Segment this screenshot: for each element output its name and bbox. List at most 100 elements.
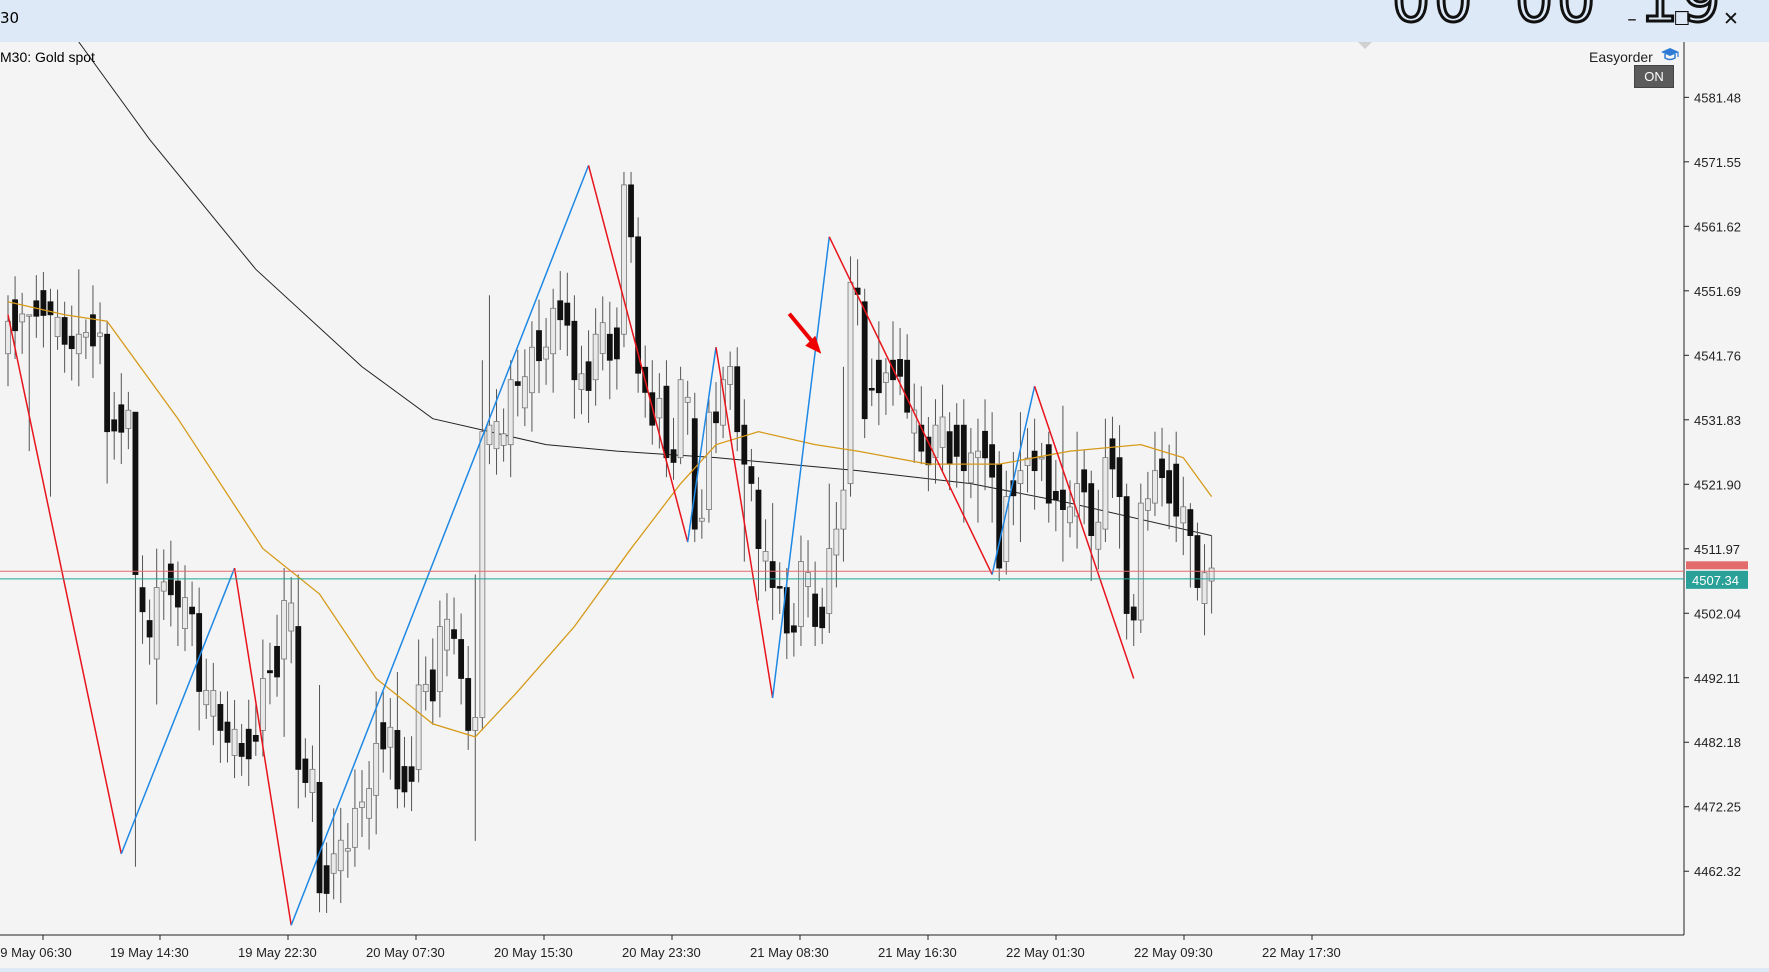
bull-candle <box>677 379 684 459</box>
x-tick-label: 20 May 07:30 <box>366 945 445 960</box>
bear-candle <box>663 385 670 459</box>
maximize-button[interactable]: ☐ <box>1667 9 1697 31</box>
bottom-strip <box>0 968 1769 972</box>
bull-candle <box>19 313 26 323</box>
bid-price-badge <box>1686 561 1748 570</box>
bear-candle <box>606 333 613 361</box>
bear-candle <box>274 645 280 678</box>
bull-candle <box>1144 498 1151 511</box>
bull-candle <box>826 548 833 614</box>
bear-candle <box>1109 438 1116 470</box>
bear-candle <box>61 317 68 345</box>
bull-candle <box>75 333 82 355</box>
bull-candle <box>621 184 627 335</box>
bull-candle <box>436 626 443 692</box>
bear-candle <box>755 489 762 549</box>
bear-candle <box>167 563 174 596</box>
close-button[interactable]: ✕ <box>1716 9 1746 31</box>
bull-candle <box>1017 470 1024 485</box>
bear-candle <box>1045 444 1052 504</box>
bear-candle <box>571 320 578 381</box>
bear-candle <box>953 424 960 457</box>
bear-candle <box>465 678 472 731</box>
symbol-timeframe-label: M30: Gold spot <box>0 49 95 65</box>
bear-candle <box>946 431 953 465</box>
bull-candle <box>1180 506 1187 524</box>
window-title: 30 <box>0 9 20 27</box>
x-tick-label: 20 May 15:30 <box>494 945 573 960</box>
bear-candle <box>904 359 911 413</box>
bear-candle <box>316 781 323 894</box>
bear-candle <box>68 335 75 350</box>
minimize-button[interactable]: – <box>1617 9 1647 31</box>
y-tick-label: 4462.32 <box>1694 864 1741 879</box>
bear-candle <box>670 449 677 463</box>
bear-candle <box>408 766 415 782</box>
bull-candle <box>698 517 705 522</box>
bull-candle <box>281 600 288 660</box>
bear-candle <box>1088 483 1095 536</box>
bear-candle <box>819 606 826 629</box>
bull-candle <box>521 376 528 409</box>
bull-candle <box>344 848 351 852</box>
bear-candle <box>557 300 564 321</box>
bull-candle <box>1095 521 1102 550</box>
bear-candle <box>175 580 181 608</box>
bear-candle <box>189 606 195 615</box>
bear-candle <box>564 302 571 326</box>
bull-candle <box>486 424 493 446</box>
bear-candle <box>111 419 118 432</box>
bear-candle <box>514 381 521 386</box>
bull-candle <box>422 684 429 692</box>
y-tick-label: 4502.04 <box>1694 606 1741 621</box>
bull-candle <box>387 726 394 748</box>
bear-candle <box>1187 509 1194 536</box>
zigzag-down-segment <box>1033 385 1135 679</box>
y-tick-label: 4531.83 <box>1694 413 1741 428</box>
y-tick-label: 4511.97 <box>1694 542 1740 557</box>
bull-candle <box>366 788 372 819</box>
bear-candle <box>691 418 698 530</box>
bear-candle <box>868 387 875 391</box>
bear-candle <box>713 411 719 424</box>
zigzag-down-segment <box>828 236 993 575</box>
bull-candle <box>472 717 479 731</box>
bull-candle <box>529 346 535 394</box>
bear-candle <box>118 404 125 433</box>
bear-candle <box>394 730 401 790</box>
bull-candle <box>1067 506 1073 524</box>
easyorder-on-toggle[interactable]: ON <box>1634 65 1674 88</box>
bull-candle <box>578 373 585 390</box>
easyorder-label: Easyorder <box>1589 49 1653 65</box>
bull-candle <box>507 379 514 446</box>
bear-candle <box>741 424 748 465</box>
bear-candle <box>104 333 111 433</box>
overlay-digits-hours: 00 <box>1390 0 1477 38</box>
y-tick-label: 4521.90 <box>1694 477 1741 492</box>
x-tick-label: 20 May 23:30 <box>622 945 701 960</box>
bear-candle <box>536 330 542 362</box>
graduation-cap-icon[interactable] <box>1660 47 1680 63</box>
y-tick-label: 4541.76 <box>1694 348 1741 363</box>
bull-candle <box>330 853 337 874</box>
bear-candle <box>40 290 47 316</box>
bear-candle <box>1173 463 1180 517</box>
bull-candle <box>1038 457 1045 460</box>
bull-candle <box>1102 457 1109 530</box>
y-tick-label: 4492.11 <box>1694 671 1740 686</box>
bear-candle <box>132 411 139 575</box>
x-tick-label: 22 May 01:30 <box>1006 945 1085 960</box>
bull-candle <box>939 416 946 448</box>
bear-candle <box>790 625 797 633</box>
bull-candle <box>26 314 33 317</box>
price-axis-panel <box>1685 42 1769 968</box>
candlestick-chart[interactable]: 4581.48 4571.55 4561.62 4551.69 4541.76 4531.… <box>0 42 1769 968</box>
bull-candle <box>599 322 606 354</box>
bull-candle <box>352 807 358 848</box>
bull-candle <box>203 690 210 706</box>
x-tick-label: 22 May 09:30 <box>1134 945 1213 960</box>
bear-candle <box>323 865 330 894</box>
bear-candle <box>380 722 387 750</box>
bull-candle <box>415 684 422 770</box>
bull-candle <box>847 281 854 485</box>
